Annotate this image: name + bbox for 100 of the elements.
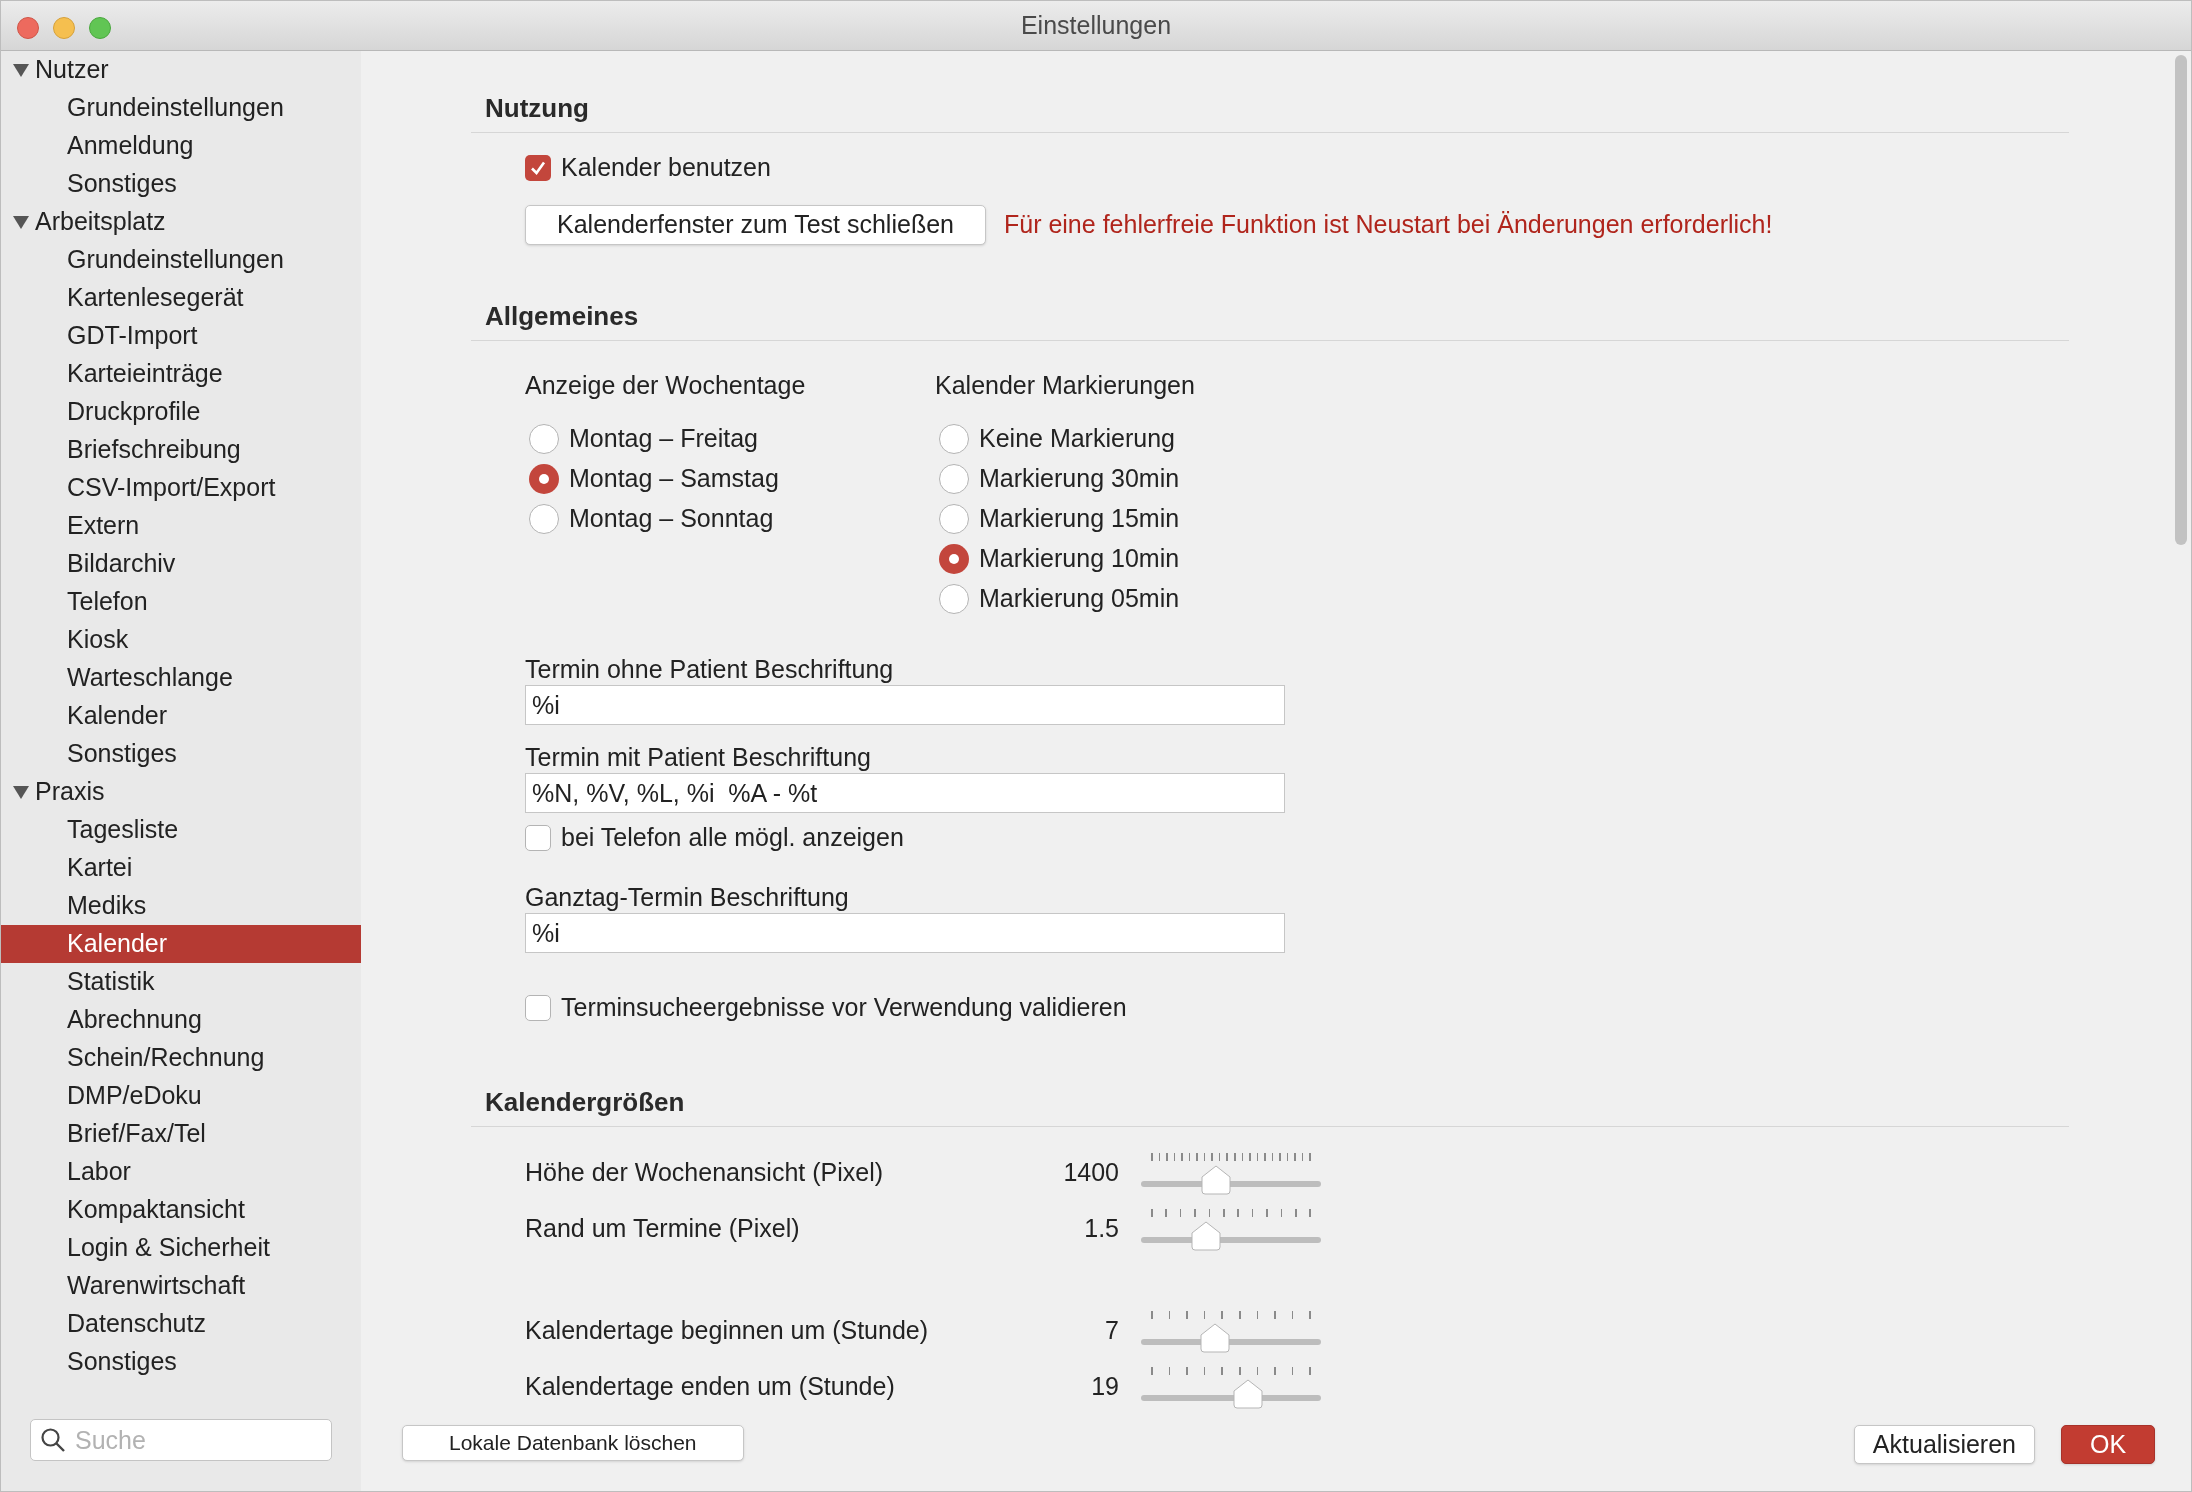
radio-button[interactable] <box>939 584 969 614</box>
sidebar-item[interactable]: Karteieinträge <box>1 355 361 393</box>
checkbox-label: Kalender benutzen <box>561 152 771 184</box>
section-header: Nutzung <box>485 92 590 125</box>
sidebar-item[interactable]: Labor <box>1 1153 361 1191</box>
sidebar-group-label[interactable]: Nutzer <box>35 51 109 89</box>
slider-value: 1400 <box>1062 1157 1119 1189</box>
slider-value: 1.5 <box>1083 1213 1119 1245</box>
slider[interactable] <box>1141 1207 1321 1251</box>
radio-label: Montag – Sonntag <box>569 503 774 535</box>
sidebar-item[interactable]: Sonstiges <box>1 1343 361 1381</box>
sidebar-item[interactable]: GDT-Import <box>1 317 361 355</box>
radio-label: Montag – Samstag <box>569 463 779 495</box>
radio-label: Montag – Freitag <box>569 423 758 455</box>
section-header: Allgemeines <box>485 300 640 333</box>
sidebar-item[interactable]: Kartei <box>1 849 361 887</box>
sidebar-item[interactable]: Abrechnung <box>1 1001 361 1039</box>
search-icon <box>40 1427 66 1453</box>
checkbox[interactable] <box>525 995 551 1021</box>
sidebar-item[interactable]: Login & Sicherheit <box>1 1229 361 1267</box>
scrollbar[interactable] <box>2175 55 2187 545</box>
field-label: Ganztag-Termin Beschriftung <box>525 882 850 913</box>
radio-button[interactable] <box>529 424 559 454</box>
sidebar-item[interactable]: Mediks <box>1 887 361 925</box>
sidebar-item[interactable]: Kiosk <box>1 621 361 659</box>
close-button[interactable] <box>17 17 39 39</box>
sidebar-item[interactable]: Anmeldung <box>1 127 361 165</box>
sidebar-item[interactable]: Kompaktansicht <box>1 1191 361 1229</box>
group-label: Anzeige der Wochentage <box>525 370 807 401</box>
radio-button[interactable] <box>939 504 969 534</box>
radio-button[interactable] <box>529 464 559 494</box>
sidebar-item[interactable]: Druckprofile <box>1 393 361 431</box>
disclosure-triangle-icon[interactable] <box>13 62 29 78</box>
test-close-button[interactable]: Kalenderfenster zum Test schließen <box>525 205 986 245</box>
sidebar-item[interactable]: Datenschutz <box>1 1305 361 1343</box>
minimize-button[interactable] <box>53 17 75 39</box>
slider[interactable] <box>1141 1365 1321 1409</box>
sidebar-item[interactable]: Sonstiges <box>1 735 361 773</box>
sidebar-item[interactable]: DMP/eDoku <box>1 1077 361 1115</box>
sidebar-item[interactable]: Warteschlange <box>1 659 361 697</box>
sidebar-item[interactable]: Briefschreibung <box>1 431 361 469</box>
checkmark-icon <box>529 159 547 177</box>
sidebar-item[interactable]: Kalender <box>1 697 361 735</box>
slider-thumb[interactable] <box>1232 1379 1263 1409</box>
sidebar-group-label[interactable]: Arbeitsplatz <box>35 203 166 241</box>
slider-thumb[interactable] <box>1199 1323 1230 1353</box>
radio-label: Markierung 30min <box>979 463 1180 495</box>
radio-button[interactable] <box>529 504 559 534</box>
sidebar-group-label[interactable]: Praxis <box>35 773 105 811</box>
radio-button[interactable] <box>939 544 969 574</box>
sidebar-item[interactable]: Sonstiges <box>1 165 361 203</box>
text-field[interactable]: %i <box>525 913 1285 953</box>
sidebar-item[interactable]: Warenwirtschaft <box>1 1267 361 1305</box>
slider-label: Kalendertage beginnen um (Stunde) <box>525 1315 930 1347</box>
sidebar-item[interactable]: Telefon <box>1 583 361 621</box>
radio-button[interactable] <box>939 424 969 454</box>
text-field[interactable]: %i <box>525 685 1285 725</box>
sidebar-item[interactable]: Kartenlesegerät <box>1 279 361 317</box>
sidebar-item[interactable]: Grundeinstellungen <box>1 241 361 279</box>
sidebar-item[interactable]: Kalender <box>1 925 361 963</box>
checkbox[interactable] <box>525 825 551 851</box>
ok-button[interactable]: OK <box>2061 1425 2155 1464</box>
radio-button[interactable] <box>939 464 969 494</box>
text-field[interactable]: %N, %V, %L, %i %A - %t <box>525 773 1285 813</box>
delete-database-button[interactable]: Lokale Datenbank löschen <box>402 1425 744 1461</box>
search-field[interactable]: Suche <box>30 1419 332 1461</box>
sidebar-item[interactable]: Tagesliste <box>1 811 361 849</box>
slider-label: Rand um Termine (Pixel) <box>525 1213 801 1245</box>
sidebar-item[interactable]: Grundeinstellungen <box>1 89 361 127</box>
sidebar-item[interactable]: CSV-Import/Export <box>1 469 361 507</box>
slider-label: Höhe der Wochenansicht (Pixel) <box>525 1157 885 1189</box>
zoom-button[interactable] <box>89 17 111 39</box>
slider-value: 19 <box>1090 1371 1119 1403</box>
disclosure-triangle-icon[interactable] <box>13 214 29 230</box>
slider-thumb[interactable] <box>1190 1221 1221 1251</box>
radio-label: Markierung 10min <box>979 543 1180 575</box>
slider-label: Kalendertage enden um (Stunde) <box>525 1371 896 1403</box>
checkbox-label: Terminsucheergebnisse vor Verwendung validieren <box>561 992 1127 1024</box>
radio-label: Markierung 15min <box>979 503 1180 535</box>
sidebar-item[interactable]: Brief/Fax/Tel <box>1 1115 361 1153</box>
slider-value: 7 <box>1104 1315 1119 1347</box>
checkbox[interactable] <box>525 155 551 181</box>
slider[interactable] <box>1141 1151 1321 1195</box>
slider-thumb[interactable] <box>1201 1165 1231 1195</box>
group-label: Kalender Markierungen <box>935 370 1195 401</box>
radio-label: Markierung 05min <box>979 583 1180 615</box>
slider[interactable] <box>1141 1309 1321 1353</box>
checkbox-label: bei Telefon alle mögl. anzeigen <box>561 822 904 854</box>
disclosure-triangle-icon[interactable] <box>13 784 29 800</box>
field-label: Termin mit Patient Beschriftung <box>525 742 872 773</box>
warning-text: Für eine fehlerfreie Funktion ist Neustart bei Änderungen erforderlich! <box>1003 209 1773 241</box>
section-header: Kalendergrößen <box>485 1086 686 1119</box>
refresh-button[interactable]: Aktualisieren <box>1853 1425 2035 1464</box>
radio-label: Keine Markierung <box>979 423 1175 455</box>
field-label: Termin ohne Patient Beschriftung <box>525 654 895 685</box>
sidebar-item[interactable]: Schein/Rechnung <box>1 1039 361 1077</box>
sidebar-item[interactable]: Extern <box>1 507 361 545</box>
sidebar-item[interactable]: Bildarchiv <box>1 545 361 583</box>
window-title: Einstellungen <box>1020 10 1172 39</box>
sidebar-item[interactable]: Statistik <box>1 963 361 1001</box>
